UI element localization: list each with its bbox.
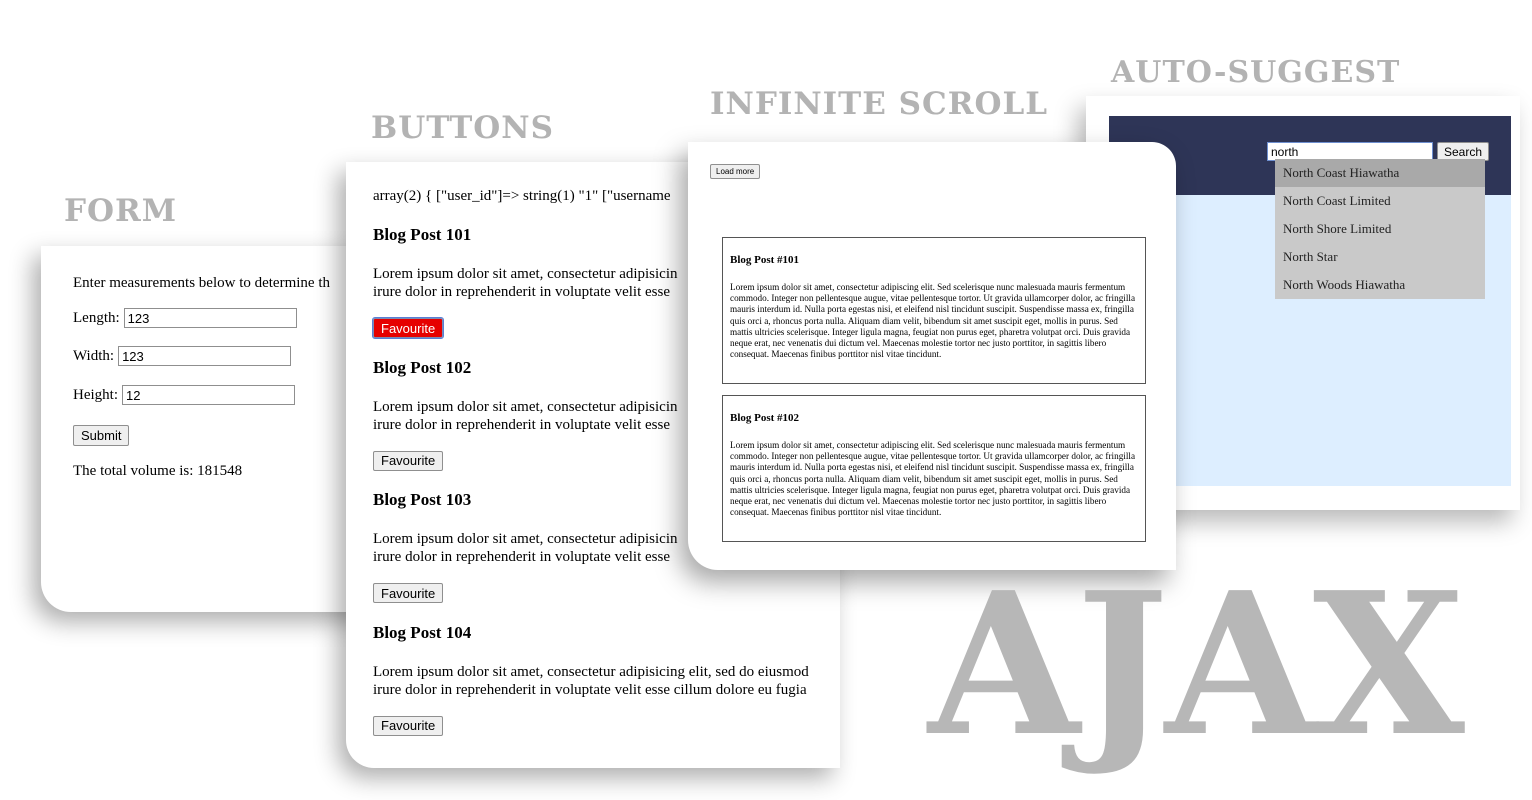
suggestion-item[interactable]: North Woods Hiawatha — [1275, 271, 1485, 299]
favourite-button[interactable]: Favourite — [371, 317, 445, 339]
blog-post-excerpt-line2: irure dolor in reprehenderit in voluptat… — [373, 681, 807, 698]
blog-post-title: Blog Post 104 — [373, 622, 472, 642]
heading-buttons: BUTTONS — [371, 110, 554, 146]
var-dump: array(2) { ["user_id"]=> string(1) "1" [… — [373, 188, 671, 204]
infinite-scroll-card: Load more Blog Post #101 Lorem ipsum dolo… — [688, 142, 1176, 570]
width-label: Width: — [73, 348, 115, 364]
heading-form: FORM — [64, 193, 178, 229]
suggestion-item[interactable]: North Coast Hiawatha — [1275, 159, 1485, 187]
length-label: Length: — [73, 310, 120, 326]
load-more-button[interactable]: Load more — [710, 164, 761, 179]
infinite-post-title: Blog Post #102 — [730, 412, 800, 424]
infinite-post-title: Blog Post #101 — [730, 254, 800, 266]
infinite-post-body: Lorem ipsum dolor sit amet, consectetur … — [730, 440, 1136, 518]
height-label: Height: — [73, 387, 118, 403]
infinite-post: Blog Post #101 Lorem ipsum dolor sit amet… — [722, 237, 1146, 384]
favourite-button[interactable]: Favourite — [373, 583, 444, 603]
form-intro: Enter measurements below to determine th — [73, 275, 330, 291]
suggestion-item[interactable]: North Coast Limited — [1275, 187, 1485, 215]
suggestion-dropdown: North Coast Hiawatha North Coast Limited N… — [1275, 159, 1485, 299]
width-row: Width: — [73, 346, 292, 366]
heading-auto-suggest: AUTO-SUGGEST — [1111, 55, 1401, 90]
width-input[interactable] — [118, 346, 292, 366]
heading-infinite-scroll: INFINITE SCROLL — [710, 86, 1049, 122]
length-row: Length: — [73, 308, 297, 328]
infinite-post-body: Lorem ipsum dolor sit amet, consectetur … — [730, 282, 1136, 360]
blog-post-excerpt-line1: Lorem ipsum dolor sit amet, consectetur … — [373, 663, 809, 680]
height-row: Height: — [73, 385, 295, 405]
height-input[interactable] — [122, 385, 295, 405]
suggestion-item[interactable]: North Shore Limited — [1275, 215, 1485, 243]
infinite-post: Blog Post #102 Lorem ipsum dolor sit amet… — [722, 395, 1146, 542]
length-input[interactable] — [123, 308, 297, 328]
favourite-button[interactable]: Favourite — [373, 715, 444, 736]
favourite-button[interactable]: Favourite — [373, 450, 444, 471]
volume-result: The total volume is: 181548 — [73, 463, 243, 479]
blog-post: Blog Post 104 Lorem ipsum dolor sit amet,… — [373, 623, 840, 756]
ajax-title: AJAX — [928, 550, 1465, 780]
submit-button[interactable]: Submit — [73, 425, 130, 446]
suggestion-item[interactable]: North Star — [1275, 243, 1485, 271]
